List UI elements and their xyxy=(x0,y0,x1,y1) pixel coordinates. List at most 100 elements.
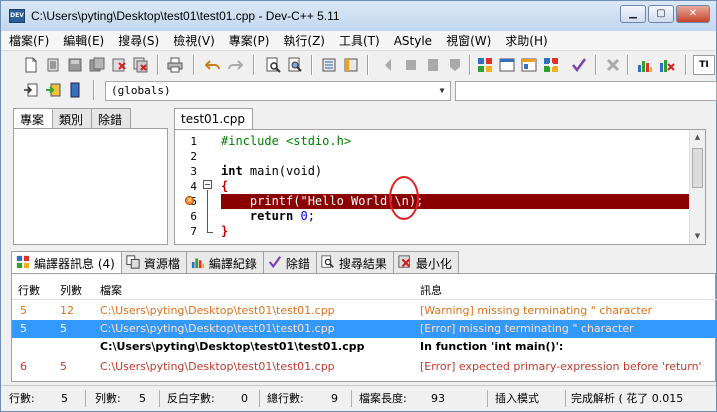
goto-button[interactable] xyxy=(43,80,63,100)
menu-file[interactable]: 檔案(F) xyxy=(9,32,49,49)
close-button[interactable]: ✕ xyxy=(676,5,710,23)
menu-execute[interactable]: 執行(Z) xyxy=(283,32,325,49)
compile-button[interactable] xyxy=(475,55,495,75)
code-lines[interactable]: #include <stdio.h> int main(void) { prin… xyxy=(221,130,691,244)
bookmark-list-button[interactable] xyxy=(445,55,465,75)
fold-line xyxy=(207,190,208,232)
toolbar-separator xyxy=(367,55,369,75)
menu-tools[interactable]: 工具(T) xyxy=(339,32,380,49)
table-row[interactable]: 6 5 C:\Users\pyting\Desktop\test01\test0… xyxy=(12,358,717,376)
header-line[interactable]: 行數 xyxy=(18,282,40,298)
save-all-button[interactable] xyxy=(87,55,107,75)
close-all-button[interactable] xyxy=(131,55,151,75)
run-button[interactable] xyxy=(497,55,517,75)
toggle-bookmark-button[interactable] xyxy=(423,55,443,75)
scope-dropdown[interactable]: (globals) ▼ xyxy=(105,81,451,101)
scroll-down-icon[interactable]: ▼ xyxy=(690,229,705,244)
save-button[interactable] xyxy=(65,55,85,75)
status-separator xyxy=(259,390,260,407)
menu-astyle[interactable]: AStyle xyxy=(394,34,432,48)
chart-icon xyxy=(638,61,652,72)
chevron-down-icon: ▼ xyxy=(439,86,445,95)
debug-button[interactable] xyxy=(569,55,589,75)
table-row-selected[interactable]: 5 5 C:\Users\pyting\Desktop\test01\test0… xyxy=(12,320,717,338)
menu-window[interactable]: 視窗(W) xyxy=(446,32,491,49)
open-file-icon xyxy=(47,58,59,72)
status-separator xyxy=(351,390,352,407)
redo-icon xyxy=(228,60,243,70)
tab-project[interactable]: 專案 xyxy=(13,108,54,130)
code-line-5-error: printf("Hello World!\n); xyxy=(221,194,691,209)
tab-compile-log[interactable]: 編譯紀錄 xyxy=(185,251,264,273)
menu-search[interactable]: 搜尋(S) xyxy=(118,32,159,49)
main-toolbar: TI xyxy=(1,50,716,78)
menu-view[interactable]: 檢視(V) xyxy=(173,32,215,49)
stop-execution-button[interactable] xyxy=(603,55,623,75)
delete-profile-icon xyxy=(660,60,675,72)
header-col[interactable]: 列數 xyxy=(60,282,82,298)
close-file-button[interactable] xyxy=(109,55,129,75)
tab-search-results[interactable]: 搜尋結果 xyxy=(315,251,394,273)
devcpp-app-icon: DEV xyxy=(9,9,25,23)
tab-test01-cpp[interactable]: test01.cpp xyxy=(174,108,253,130)
open-file-button[interactable] xyxy=(43,55,63,75)
code-editor[interactable]: 1 2 3 4 5 6 7 − #include <stdio.h> int m… xyxy=(174,129,706,245)
maximize-button[interactable]: ▢ xyxy=(648,5,674,23)
unindent-button[interactable] xyxy=(341,55,361,75)
table-row[interactable]: 5 12 C:\Users\pyting\Desktop\test01\test… xyxy=(12,302,717,320)
goto-back-button[interactable] xyxy=(379,55,399,75)
scroll-thumb[interactable] xyxy=(692,148,703,188)
new-file-button[interactable] xyxy=(21,55,41,75)
row-col: 5 xyxy=(60,360,67,373)
code-text: main(void) xyxy=(242,164,323,178)
menu-help[interactable]: 求助(H) xyxy=(505,32,547,49)
replace-button[interactable] xyxy=(285,55,305,75)
compile-run-button[interactable] xyxy=(519,55,539,75)
toggle-breakpoint-button[interactable] xyxy=(65,80,85,100)
tab-minimize[interactable]: 最小化 xyxy=(392,251,459,273)
compiler-messages-table[interactable]: 行數 列數 檔案 訊息 5 12 C:\Users\pyting\Desktop… xyxy=(11,273,717,382)
tab-resources[interactable]: 資源檔 xyxy=(120,251,187,273)
back-icon xyxy=(385,59,391,71)
redo-button[interactable] xyxy=(225,55,245,75)
function-dropdown[interactable] xyxy=(455,81,717,101)
status-line-label: 行數: xyxy=(9,392,35,405)
title-bar[interactable]: DEV C:\Users\pyting\Desktop\test01\test0… xyxy=(1,1,716,31)
insert-button[interactable] xyxy=(21,80,41,100)
resource-icon xyxy=(126,255,140,269)
rebuild-button[interactable] xyxy=(541,55,561,75)
line-gutter[interactable]: 1 2 3 4 5 6 7 − xyxy=(175,130,217,244)
menu-project[interactable]: 專案(P) xyxy=(229,32,270,49)
menu-edit[interactable]: 編輯(E) xyxy=(63,32,104,49)
tab-debug[interactable]: 除錯 xyxy=(91,108,132,129)
goto-forward-button[interactable] xyxy=(401,55,421,75)
indent-button[interactable] xyxy=(319,55,339,75)
undo-button[interactable] xyxy=(203,55,223,75)
editor-vertical-scrollbar[interactable]: ▲ ▼ xyxy=(689,130,705,244)
scroll-up-icon[interactable]: ▲ xyxy=(690,130,705,145)
tab-debug-output[interactable]: 除錯 xyxy=(262,251,317,273)
table-row[interactable]: C:\Users\pyting\Desktop\test01\test01.cp… xyxy=(12,338,717,356)
delete-profile-button[interactable] xyxy=(657,55,677,75)
header-message[interactable]: 訊息 xyxy=(420,282,442,298)
rebuild-icon xyxy=(544,58,558,72)
header-file[interactable]: 檔案 xyxy=(100,282,122,298)
status-separator xyxy=(85,390,86,407)
toolbar-separator xyxy=(469,55,471,75)
find-button[interactable] xyxy=(263,55,283,75)
left-panel-tabs: 專案 類別 除錯 xyxy=(13,108,132,130)
row-col: 5 xyxy=(60,322,67,335)
project-tree[interactable] xyxy=(13,128,168,245)
tab-compiler-messages[interactable]: 編譯器訊息 (4) xyxy=(11,251,122,273)
run-icon xyxy=(499,58,515,72)
print-button[interactable] xyxy=(165,55,185,75)
toolbar-overflow-button[interactable]: TI xyxy=(693,55,715,75)
minimize-button[interactable]: ▁ xyxy=(620,5,646,23)
code-line-1: #include <stdio.h> xyxy=(221,134,352,148)
tab-classes[interactable]: 類別 xyxy=(52,108,93,129)
profile-button[interactable] xyxy=(635,55,655,75)
fold-toggle-icon[interactable]: − xyxy=(203,180,212,189)
code-line-3: int main(void) xyxy=(221,164,691,179)
toolbar-separator xyxy=(311,55,313,75)
